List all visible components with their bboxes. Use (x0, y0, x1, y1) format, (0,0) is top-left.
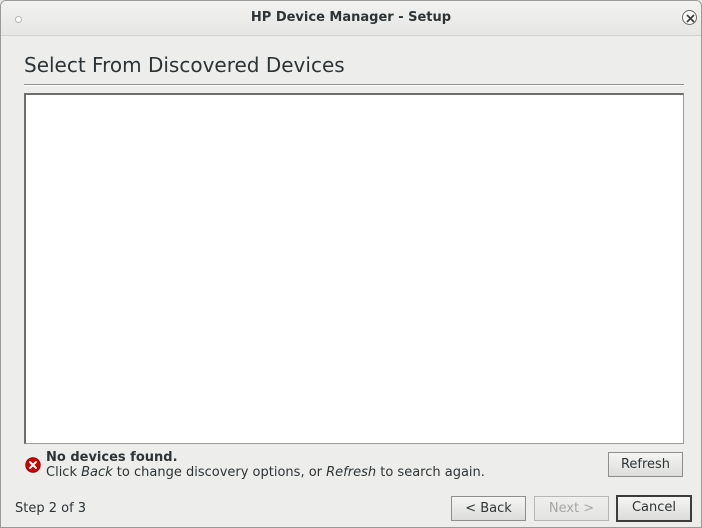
cancel-button[interactable]: Cancel (616, 495, 692, 522)
status-title: No devices found. (46, 450, 178, 465)
status-msg-refresh: Refresh (326, 465, 377, 480)
next-button[interactable]: Next > (534, 496, 609, 521)
heading-divider (24, 84, 684, 86)
status-msg-suffix: to search again. (376, 465, 485, 480)
status-message: Click Back to change discovery options, … (46, 465, 485, 480)
error-icon (25, 457, 41, 473)
step-indicator: Step 2 of 3 (15, 501, 87, 516)
status-msg-middle: to change discovery options, or (112, 465, 327, 480)
close-button[interactable] (682, 10, 697, 25)
close-icon (686, 14, 695, 23)
device-list[interactable] (24, 93, 684, 444)
refresh-button[interactable]: Refresh (608, 452, 683, 477)
title-bar[interactable]: HP Device Manager - Setup (1, 1, 701, 36)
status-msg-back: Back (81, 465, 113, 480)
setup-window: HP Device Manager - Setup Select From Di… (0, 0, 702, 528)
status-msg-prefix: Click (46, 465, 82, 480)
back-button[interactable]: < Back (451, 496, 526, 521)
page-title: Select From Discovered Devices (24, 53, 345, 77)
window-title: HP Device Manager - Setup (250, 10, 452, 25)
